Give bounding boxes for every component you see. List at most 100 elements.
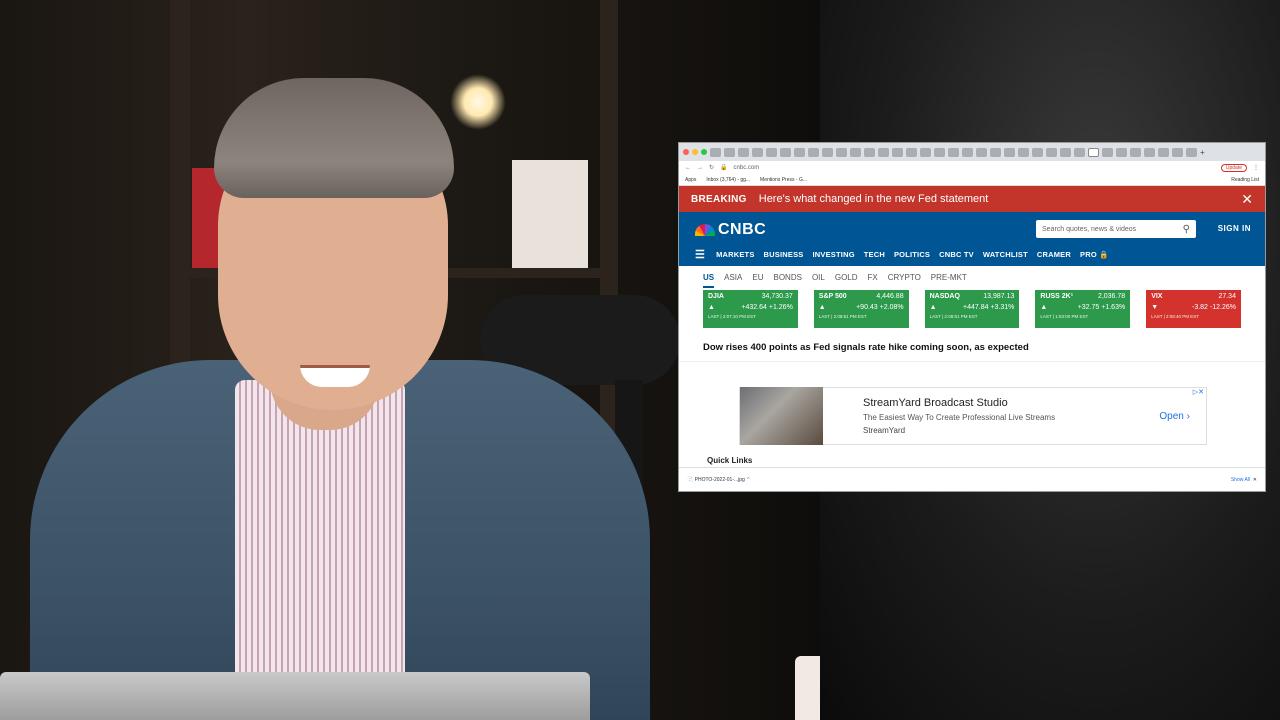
url-field[interactable]: cnbc.com [734,165,760,171]
bookmarks-bar: Apps Inbox (3,764) - gg... Mentions Pres… [679,174,1265,186]
nav-investing[interactable]: INVESTING [813,250,855,259]
nav-markets[interactable]: MARKETS [716,250,754,259]
nav-cramer[interactable]: CRAMER [1037,250,1071,259]
nav-watchlist[interactable]: WATCHLIST [983,250,1028,259]
browser-tab[interactable] [822,147,833,157]
back-icon[interactable]: ← [685,165,691,171]
browser-tab[interactable] [906,147,917,157]
hamburger-icon[interactable]: ☰ [695,248,705,261]
top-story-link[interactable]: Dow rises 400 points as Fed signals rate… [703,342,1241,353]
quote-card-djia[interactable]: DJIA 34,730.37 ▲ +432.64 +1.26% LAST | 2:0… [703,290,798,328]
quote-cards: DJIA 34,730.37 ▲ +432.64 +1.26% LAST | 2:0… [703,290,1241,328]
browser-tab[interactable] [1158,147,1169,157]
search-input[interactable]: Search quotes, news & videos ⚲ [1036,220,1196,238]
search-placeholder: Search quotes, news & videos [1042,225,1137,233]
browser-tab[interactable] [1116,147,1127,157]
close-downloads-icon[interactable]: ✕ [1250,477,1257,483]
close-window-icon[interactable] [683,149,689,155]
bookmark-inbox[interactable]: Inbox (3,764) - gg... [706,177,750,183]
browser-tab[interactable] [752,147,763,157]
sign-in-link[interactable]: SIGN IN [1218,224,1251,233]
maximize-window-icon[interactable] [701,149,707,155]
quote-change: +32.75 [1077,304,1100,311]
nav-politics[interactable]: POLITICS [894,250,930,259]
browser-tab[interactable] [976,147,987,157]
download-item[interactable]: PHOTO-2022-01-...jpg [695,477,745,483]
browser-tab[interactable] [1144,147,1155,157]
browser-tab[interactable] [1018,147,1029,157]
tab-gold[interactable]: GOLD [835,273,858,288]
browser-tab[interactable] [878,147,889,157]
nav-cnbc-tv[interactable]: CNBC TV [939,250,974,259]
reload-icon[interactable]: ↻ [709,164,714,171]
cnbc-logo[interactable]: CNBC [695,221,766,239]
browser-tab[interactable] [766,147,777,157]
bookmark-mentions[interactable]: Mentions Press - G... [760,177,807,183]
search-icon[interactable]: ⚲ [1183,224,1190,235]
browser-tab[interactable] [1074,147,1085,157]
browser-tab[interactable] [850,147,861,157]
browser-tab[interactable] [780,147,791,157]
browser-tab[interactable] [1172,147,1183,157]
forward-icon[interactable]: → [697,165,703,171]
white-box [512,160,588,268]
browser-tab[interactable] [724,147,735,157]
browser-tab[interactable] [738,147,749,157]
quote-name: NASDAQ [929,293,960,300]
close-icon[interactable]: ✕ [1241,191,1253,208]
update-button[interactable]: Update [1220,163,1247,172]
tab-us[interactable]: US [703,273,715,288]
tab-oil[interactable]: OIL [812,273,825,288]
browser-tab[interactable] [794,147,805,157]
ad-text: StreamYard Broadcast Studio The Easiest … [863,397,1055,435]
browser-tab[interactable] [1032,147,1043,157]
ad-banner[interactable]: StreamYard Broadcast Studio The Easiest … [739,387,1207,445]
browser-tab[interactable] [892,147,903,157]
browser-tab[interactable] [990,147,1001,157]
tab-eu[interactable]: EU [752,273,763,288]
browser-tab[interactable] [836,147,847,157]
browser-tab[interactable] [1060,147,1071,157]
ad-image [740,387,823,445]
breaking-headline[interactable]: Here's what changed in the new Fed state… [759,193,989,205]
show-all-button[interactable]: Show All [1231,477,1250,483]
chevron-up-icon[interactable]: ⌃ [745,477,750,483]
browser-tab[interactable] [948,147,959,157]
quote-card-sp500[interactable]: S&P 500 4,446.88 ▲ +90.43 +2.08% LAST | 2:… [813,290,909,328]
nav-tech[interactable]: TECH [864,250,885,259]
reading-list-button[interactable]: Reading List [1231,177,1259,183]
browser-tab[interactable] [962,147,973,157]
quote-card-russ2k[interactable]: RUSS 2K¹ 2,036.78 ▲ +32.75 +1.63% LAST | 1… [1035,290,1131,328]
browser-tab[interactable] [934,147,945,157]
browser-tab[interactable] [1004,147,1015,157]
browser-tab[interactable] [864,147,875,157]
menu-icon[interactable]: ⋮ [1253,164,1259,171]
nav-pro[interactable]: PRO 🔒 [1080,250,1109,259]
browser-tab[interactable] [808,147,819,157]
quote-change: +90.43 [856,304,878,311]
tab-asia[interactable]: ASIA [724,273,742,288]
browser-tab[interactable] [1046,147,1057,157]
tab-bonds[interactable]: BONDS [773,273,801,288]
person-hair [214,78,454,198]
browser-tab[interactable] [1102,147,1113,157]
minimize-window-icon[interactable] [692,149,698,155]
tab-crypto[interactable]: CRYPTO [888,273,921,288]
tab-fx[interactable]: FX [868,273,878,288]
browser-tab[interactable] [1130,147,1141,157]
ad-open-button[interactable]: Open › [1159,411,1190,422]
tab-pre-mkt[interactable]: PRE-MKT [931,273,967,288]
browser-tab[interactable] [1186,147,1197,157]
quick-links-heading: Quick Links [707,456,753,465]
nav-business[interactable]: BUSINESS [764,250,804,259]
new-tab-icon[interactable]: + [1200,148,1205,157]
ad-close-icon[interactable]: ▷✕ [1191,388,1206,396]
browser-tab[interactable] [710,147,721,157]
browser-tab[interactable] [920,147,931,157]
quote-card-nasdaq[interactable]: NASDAQ 13,987.13 ▲ +447.84 +3.31% LAST | 2… [924,290,1020,328]
quote-card-vix[interactable]: VIX 27.34 ▼ -3.82 -12.26% LAST | 2:08:40 P… [1146,290,1241,328]
breaking-news-banner[interactable]: BREAKING Here's what changed in the new … [679,186,1265,212]
quote-name: RUSS 2K¹ [1040,293,1074,300]
bookmark-apps[interactable]: Apps [685,177,696,183]
browser-tab-active[interactable] [1088,147,1099,157]
